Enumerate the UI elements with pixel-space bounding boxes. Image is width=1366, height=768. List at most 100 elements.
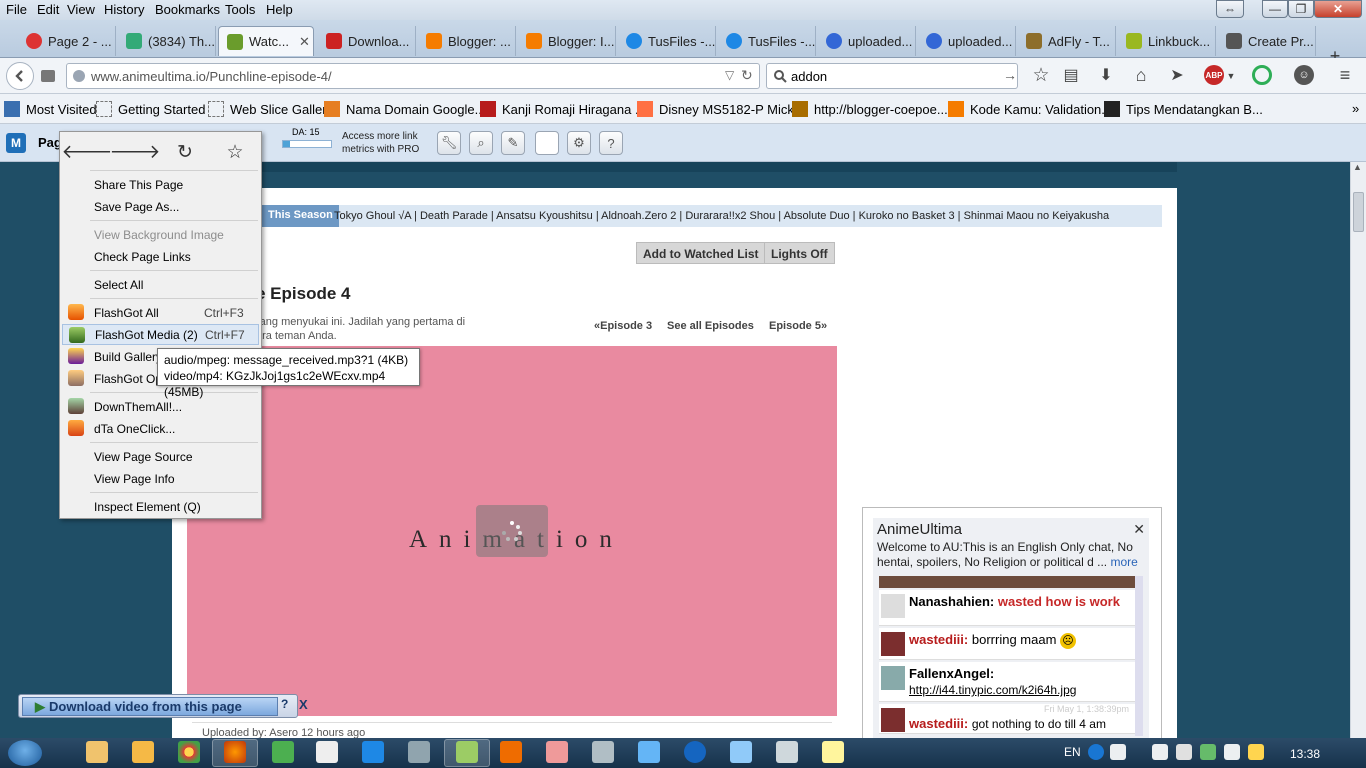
tab-watch-active[interactable]: Watc... ✕ bbox=[218, 26, 314, 56]
chat-user[interactable]: wastediii: bbox=[909, 632, 968, 647]
magnifier-icon[interactable]: ⌕ bbox=[469, 131, 493, 155]
season-links[interactable]: Tokyo Ghoul √A | Death Parade | Ansatsu … bbox=[334, 210, 1109, 222]
maximize-button[interactable]: ❐ bbox=[1288, 0, 1314, 18]
dropdown-arrow-icon[interactable]: ▽ bbox=[725, 68, 734, 82]
submenu-item-audio[interactable]: audio/mpeg: message_received.mp3?1 (4KB) bbox=[164, 352, 413, 368]
tab-close-icon[interactable]: ✕ bbox=[299, 34, 310, 50]
tab-uploaded-2[interactable]: uploaded... bbox=[918, 26, 1016, 56]
restore-icon[interactable]: ⇔ bbox=[1216, 0, 1244, 18]
app-icon[interactable] bbox=[822, 741, 844, 763]
send-icon[interactable]: ➤ bbox=[1166, 64, 1188, 86]
tab-adfly[interactable]: AdFly - T... bbox=[1018, 26, 1116, 56]
app-icon[interactable] bbox=[776, 741, 798, 763]
ctx-check-page-links[interactable]: Check Page Links bbox=[62, 246, 259, 267]
submenu-item-video[interactable]: video/mp4: KGzJkJoj1gs1c2eWEcxv.mp4 (45M… bbox=[164, 368, 413, 400]
app-icon[interactable] bbox=[362, 741, 384, 763]
volume-icon[interactable] bbox=[1224, 744, 1240, 760]
ctx-flashgot-media[interactable]: FlashGot Media (2) Ctrl+F7 bbox=[62, 324, 259, 345]
ctx-forward-icon[interactable]: 🡒︎ bbox=[110, 140, 161, 164]
chat-user[interactable]: FallenxAngel: bbox=[909, 666, 994, 681]
app-icon[interactable] bbox=[730, 741, 752, 763]
tab-page2[interactable]: Page 2 - ... bbox=[18, 26, 116, 56]
bookmark-blogger-coepoe[interactable]: http://blogger-coepoe... bbox=[792, 101, 948, 117]
taskbar-clock[interactable]: 13:38 bbox=[1290, 747, 1320, 761]
menu-edit[interactable]: Edit bbox=[37, 2, 59, 17]
bookmark-kode-kamu[interactable]: Kode Kamu: Validation... bbox=[948, 101, 1112, 117]
download-help-icon[interactable]: ? bbox=[281, 697, 295, 716]
ctx-back-icon[interactable]: 🡐︎ bbox=[62, 140, 113, 164]
chat-user[interactable]: wastediii: bbox=[909, 716, 968, 731]
ctx-view-page-source[interactable]: View Page Source bbox=[62, 446, 259, 467]
app-icon[interactable] bbox=[684, 741, 706, 763]
highlight-box-icon[interactable] bbox=[535, 131, 559, 155]
minimize-button[interactable]: — bbox=[1262, 0, 1288, 18]
tray-icon[interactable] bbox=[1152, 744, 1168, 760]
tab-tusfiles-2[interactable]: TusFiles -... bbox=[718, 26, 816, 56]
ctx-reload-icon[interactable]: ↻ bbox=[170, 140, 200, 164]
network-icon[interactable] bbox=[1248, 744, 1264, 760]
tab-blogger-2[interactable]: Blogger: I... bbox=[518, 26, 616, 56]
bookmark-getting-started[interactable]: Getting Started bbox=[96, 101, 205, 117]
tray-icon[interactable] bbox=[1200, 744, 1216, 760]
close-window-button[interactable]: ✕ bbox=[1314, 0, 1362, 18]
download-close-icon[interactable]: X bbox=[299, 697, 308, 712]
bookmark-most-visited[interactable]: Most Visited bbox=[4, 101, 97, 117]
language-indicator[interactable]: EN bbox=[1064, 745, 1081, 759]
tab-blogger-1[interactable]: Blogger: ... bbox=[418, 26, 516, 56]
bookmark-nama-domain[interactable]: Nama Domain Google... bbox=[324, 101, 485, 117]
chat-scrollbar[interactable] bbox=[1135, 576, 1143, 736]
app-icon[interactable] bbox=[546, 741, 568, 763]
adblock-icon[interactable]: ABP bbox=[1204, 65, 1224, 85]
help-icon[interactable]: ? bbox=[599, 131, 623, 155]
prev-episode-link[interactable]: «Episode 3 bbox=[594, 320, 652, 332]
menu-help[interactable]: Help bbox=[266, 2, 293, 17]
menu-tools[interactable]: Tools bbox=[225, 2, 255, 17]
ctx-inspect-element[interactable]: Inspect Element (Q) bbox=[62, 496, 259, 517]
add-to-watched-button[interactable]: Add to Watched List bbox=[636, 242, 766, 264]
tab-tusfiles-1[interactable]: TusFiles -... bbox=[618, 26, 716, 56]
app-icon[interactable] bbox=[316, 741, 338, 763]
all-episodes-link[interactable]: See all Episodes bbox=[667, 320, 754, 332]
app-icon[interactable] bbox=[408, 741, 430, 763]
scroll-up-icon[interactable]: ▲ bbox=[1353, 162, 1362, 172]
explorer-icon[interactable] bbox=[86, 741, 108, 763]
ctx-save-page-as[interactable]: Save Page As... bbox=[62, 196, 259, 217]
back-button[interactable] bbox=[6, 62, 34, 90]
page-scrollbar[interactable]: ▲ bbox=[1350, 162, 1366, 738]
download-icon[interactable]: ⬇ bbox=[1095, 64, 1117, 86]
tab-uploaded-1[interactable]: uploaded... bbox=[818, 26, 916, 56]
next-episode-link[interactable]: Episode 5» bbox=[769, 320, 827, 332]
tab-3834[interactable]: (3834) Th... bbox=[118, 26, 216, 56]
chat-user[interactable]: Nanashahien: bbox=[909, 594, 994, 609]
chat-close-icon[interactable]: ✕ bbox=[1133, 521, 1145, 538]
scrollbar-thumb[interactable] bbox=[1353, 192, 1364, 232]
ctx-view-page-info[interactable]: View Page Info bbox=[62, 468, 259, 489]
firefox-icon[interactable] bbox=[224, 741, 246, 763]
pencil-icon[interactable]: ✎ bbox=[501, 131, 525, 155]
download-video-button[interactable]: ▶ Download video from this page bbox=[22, 697, 278, 716]
bookmarks-list-icon[interactable]: ▤ bbox=[1060, 64, 1082, 86]
tray-icon[interactable] bbox=[1176, 744, 1192, 760]
bookmark-web-slice[interactable]: Web Slice Gallery bbox=[208, 101, 333, 117]
bookmarks-overflow-button[interactable]: » bbox=[1352, 101, 1359, 116]
app-icon[interactable] bbox=[592, 741, 614, 763]
chrome-icon[interactable] bbox=[178, 741, 200, 763]
bookmark-star-icon[interactable]: ☆ bbox=[1030, 64, 1052, 86]
tab-create-pr[interactable]: Create Pr... bbox=[1218, 26, 1316, 56]
chevron-down-icon[interactable]: ▼ bbox=[1226, 66, 1236, 86]
search-go-icon[interactable]: → bbox=[1003, 67, 1017, 83]
media-player-icon[interactable] bbox=[132, 741, 154, 763]
ctx-dta-oneclick[interactable]: dTa OneClick... bbox=[62, 418, 259, 439]
search-input[interactable] bbox=[791, 67, 991, 85]
ctx-flashgot-all[interactable]: FlashGot All Ctrl+F3 bbox=[62, 302, 259, 323]
bookmark-tips[interactable]: Tips Mendatangkan B... bbox=[1104, 101, 1263, 117]
app-icon[interactable] bbox=[456, 741, 478, 763]
help-tray-icon[interactable] bbox=[1088, 744, 1104, 760]
chat-link[interactable]: http://i44.tinypic.com/k2i64h.jpg bbox=[909, 683, 1076, 697]
wrench-icon[interactable]: 🔧︎ bbox=[437, 131, 461, 155]
chat-icon[interactable]: ☺ bbox=[1294, 65, 1314, 85]
menu-history[interactable]: History bbox=[104, 2, 144, 17]
ctx-share-page[interactable]: Share This Page bbox=[62, 174, 259, 195]
ctx-bookmark-star-icon[interactable]: ☆ bbox=[220, 140, 250, 164]
tab-linkbucks[interactable]: Linkbuck... bbox=[1118, 26, 1216, 56]
